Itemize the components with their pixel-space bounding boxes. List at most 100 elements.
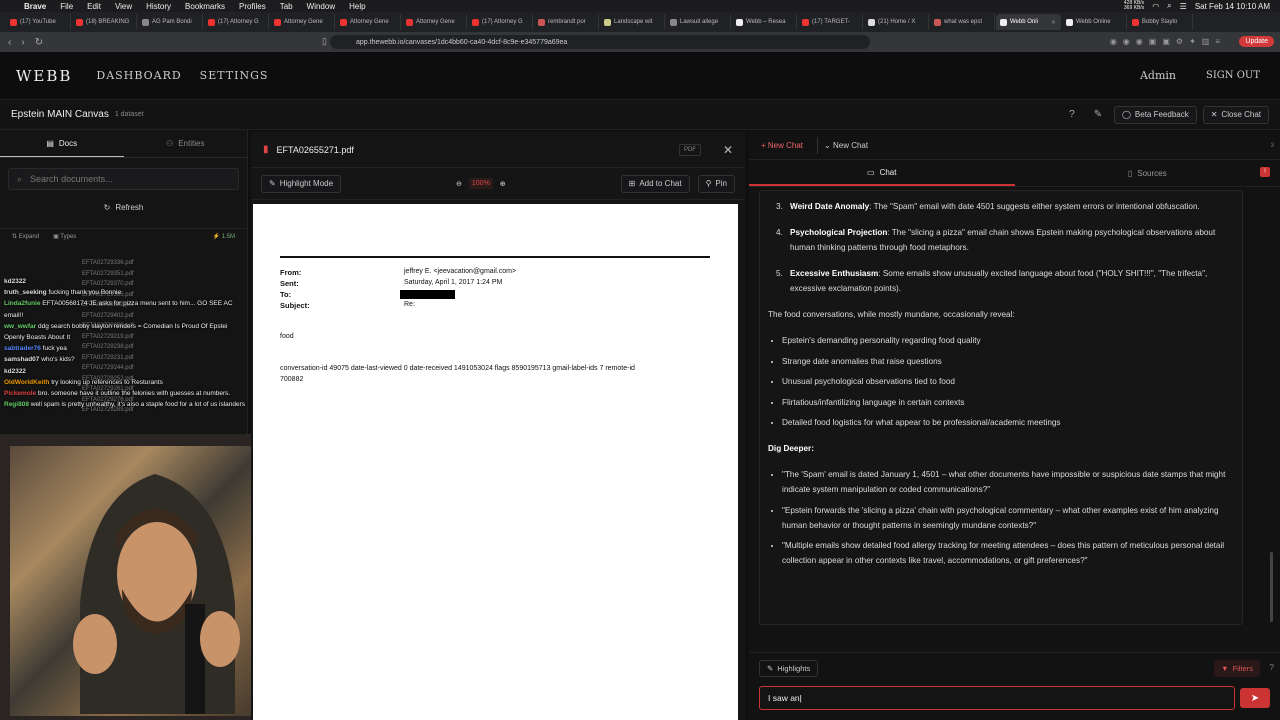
- notification-badge[interactable]: !: [1260, 167, 1270, 177]
- tab-chat[interactable]: ▭ Chat: [749, 160, 1015, 186]
- chat-username: kd2322: [4, 278, 27, 285]
- filters-button[interactable]: ▼ Filters: [1214, 660, 1260, 677]
- menu-icon[interactable]: ≡: [1215, 37, 1220, 46]
- zoom-in-icon[interactable]: ⊕: [500, 180, 506, 188]
- bullet-findings: Epstein's demanding personality regardin…: [768, 333, 1234, 430]
- webb-logo[interactable]: WEBB: [16, 67, 72, 85]
- browser-tab[interactable]: Landscape wit: [600, 14, 665, 30]
- menubar-item-file[interactable]: File: [60, 2, 73, 11]
- close-tab-icon[interactable]: ✕: [1051, 19, 1056, 26]
- extension-icon[interactable]: ◉: [1110, 37, 1117, 46]
- refresh-button[interactable]: ↻ Refresh: [8, 198, 239, 216]
- forward-icon[interactable]: ›: [21, 37, 24, 48]
- pin-button[interactable]: ⚲ Pin: [697, 174, 735, 193]
- new-chat-button[interactable]: + New Chat: [755, 137, 809, 154]
- stream-chat-message: samshad07 who's kids?: [4, 354, 274, 365]
- chat-input[interactable]: I saw an |: [759, 686, 1235, 710]
- expand-button[interactable]: ⇅ Expand: [12, 233, 39, 240]
- browser-tab[interactable]: Attorney Gene: [402, 14, 467, 30]
- pen-icon[interactable]: ✎: [1088, 106, 1108, 124]
- browser-tab[interactable]: Webb – Resea: [732, 14, 797, 30]
- zoom-out-icon[interactable]: ⊖: [456, 180, 462, 188]
- puzzle-icon[interactable]: ✦: [1189, 37, 1196, 46]
- browser-tab[interactable]: (18) BREAKING: [72, 14, 137, 30]
- sign-out-button[interactable]: SIGN OUT: [1206, 70, 1260, 81]
- menubar-item-help[interactable]: Help: [349, 2, 365, 11]
- browser-tab[interactable]: Attorney Gene: [270, 14, 335, 30]
- chat-scrollbar[interactable]: [1270, 552, 1273, 622]
- extension-icon[interactable]: ⚙: [1176, 37, 1183, 46]
- reload-icon[interactable]: ↻: [35, 37, 43, 48]
- menubar-item-tab[interactable]: Tab: [280, 2, 293, 11]
- menubar-app-name[interactable]: Brave: [24, 2, 46, 11]
- browser-tab[interactable]: Attorney Gene: [336, 14, 401, 30]
- beta-feedback-button[interactable]: ◯ Beta Feedback: [1113, 105, 1197, 124]
- add-to-chat-button[interactable]: ⊞ Add to Chat: [620, 174, 690, 193]
- document-search-input[interactable]: ⌕ Search documents...: [8, 168, 239, 190]
- back-icon[interactable]: ‹: [8, 37, 11, 48]
- chat-text: email!!: [4, 311, 24, 319]
- tab-favicon-icon: [208, 18, 215, 26]
- search-icon[interactable]: ⌕: [1167, 1, 1171, 11]
- menubar-clock[interactable]: Sat Feb 14 10:10 AM: [1195, 2, 1270, 11]
- macos-menubar: Brave File Edit View History Bookmarks Profil…: [0, 0, 1280, 12]
- menubar-item-profiles[interactable]: Profiles: [239, 2, 266, 11]
- nav-settings[interactable]: SETTINGS: [200, 69, 269, 82]
- browser-tab[interactable]: (17) Attorney G: [204, 14, 269, 30]
- admin-label[interactable]: Admin: [1140, 69, 1176, 82]
- close-pdf-icon[interactable]: ✕: [723, 143, 733, 157]
- browser-tab[interactable]: (17) YouTube: [6, 14, 71, 30]
- menubar-item-window[interactable]: Window: [307, 2, 335, 11]
- extension-icon[interactable]: ◉: [1123, 37, 1130, 46]
- dig-deeper-question[interactable]: "Multiple emails show detailed food alle…: [782, 538, 1234, 568]
- address-url: app.thewebb.io/canvases/1dc4bb60-ca40-4d…: [356, 38, 568, 46]
- control-center-icon[interactable]: ☰: [1180, 2, 1187, 11]
- tab-docs[interactable]: ▤ Docs: [0, 130, 124, 157]
- menubar-item-history[interactable]: History: [146, 2, 171, 11]
- subject-value: Re:: [404, 301, 415, 308]
- browser-tab[interactable]: (21) Home / X: [864, 14, 929, 30]
- tab-favicon-icon: [274, 18, 281, 26]
- wifi-icon[interactable]: ◠: [1152, 2, 1159, 11]
- browser-tab[interactable]: (17) TARGET-: [798, 14, 863, 30]
- chat-text: who's kids?: [41, 356, 75, 364]
- tab-sources[interactable]: ▯ Sources: [1015, 160, 1280, 186]
- browser-tab[interactable]: (17) Attorney G: [468, 14, 533, 30]
- bookmark-icon[interactable]: ▯: [322, 36, 327, 47]
- refresh-icon: ↻: [103, 202, 111, 212]
- canvas-bar: Epstein MAIN Canvas 1 dataset ? ✎ ◯ Beta …: [0, 100, 1280, 130]
- highlights-button[interactable]: ✎ Highlights: [759, 660, 819, 677]
- extension-icon[interactable]: ◉: [1136, 37, 1143, 46]
- extension-icon[interactable]: ▣: [1149, 37, 1157, 46]
- browser-tab[interactable]: Webb Online: [1062, 14, 1127, 30]
- tab-entities[interactable]: ⚇ Entities: [124, 130, 248, 157]
- finding-number: 5.: [776, 269, 783, 278]
- menubar-item-bookmarks[interactable]: Bookmarks: [185, 2, 225, 11]
- browser-tab[interactable]: what was epst: [930, 14, 995, 30]
- browser-tab[interactable]: AG Pam Bondi: [138, 14, 203, 30]
- numbered-findings: 3. Weird Date Anomaly: The "Spam" email w…: [768, 199, 1234, 296]
- address-bar[interactable]: app.thewebb.io/canvases/1dc4bb60-ca40-4d…: [330, 35, 870, 49]
- browser-tab[interactable]: rembrandt por: [534, 14, 599, 30]
- update-button[interactable]: Update: [1239, 36, 1274, 47]
- dig-deeper-question[interactable]: "Epstein forwards the 'slicing a pizza' …: [782, 503, 1234, 533]
- chat-session-tab[interactable]: ⌄ New Chat: [817, 137, 874, 154]
- menubar-item-edit[interactable]: Edit: [87, 2, 101, 11]
- extension-icon[interactable]: ▣: [1162, 37, 1170, 46]
- file-list-item[interactable]: EFTA02729336.pdf: [82, 258, 134, 269]
- help-icon[interactable]: ?: [1270, 663, 1274, 672]
- bullet-finding: Flirtatious/infantilizing language in ce…: [782, 395, 1234, 410]
- help-icon[interactable]: ?: [1062, 106, 1082, 124]
- types-button[interactable]: ▣ Types: [53, 233, 76, 240]
- bullet-finding: Unusual psychological observations tied …: [782, 374, 1234, 389]
- browser-tab[interactable]: Webb Onli ✕: [996, 14, 1061, 30]
- browser-tab[interactable]: Lawsuit allege: [666, 14, 731, 30]
- nav-dashboard[interactable]: DASHBOARD: [96, 69, 181, 82]
- menubar-item-view[interactable]: View: [115, 2, 132, 11]
- sidebar-icon[interactable]: ▥: [1202, 37, 1210, 46]
- highlight-mode-button[interactable]: ✎ Highlight Mode: [261, 174, 342, 193]
- send-icon[interactable]: ➤: [1240, 688, 1270, 708]
- browser-tab[interactable]: Bobby Slayto: [1128, 14, 1193, 30]
- dig-deeper-question[interactable]: "The 'Spam' email is dated January 1, 45…: [782, 467, 1234, 497]
- close-chat-button[interactable]: ✕ Close Chat: [1202, 105, 1269, 124]
